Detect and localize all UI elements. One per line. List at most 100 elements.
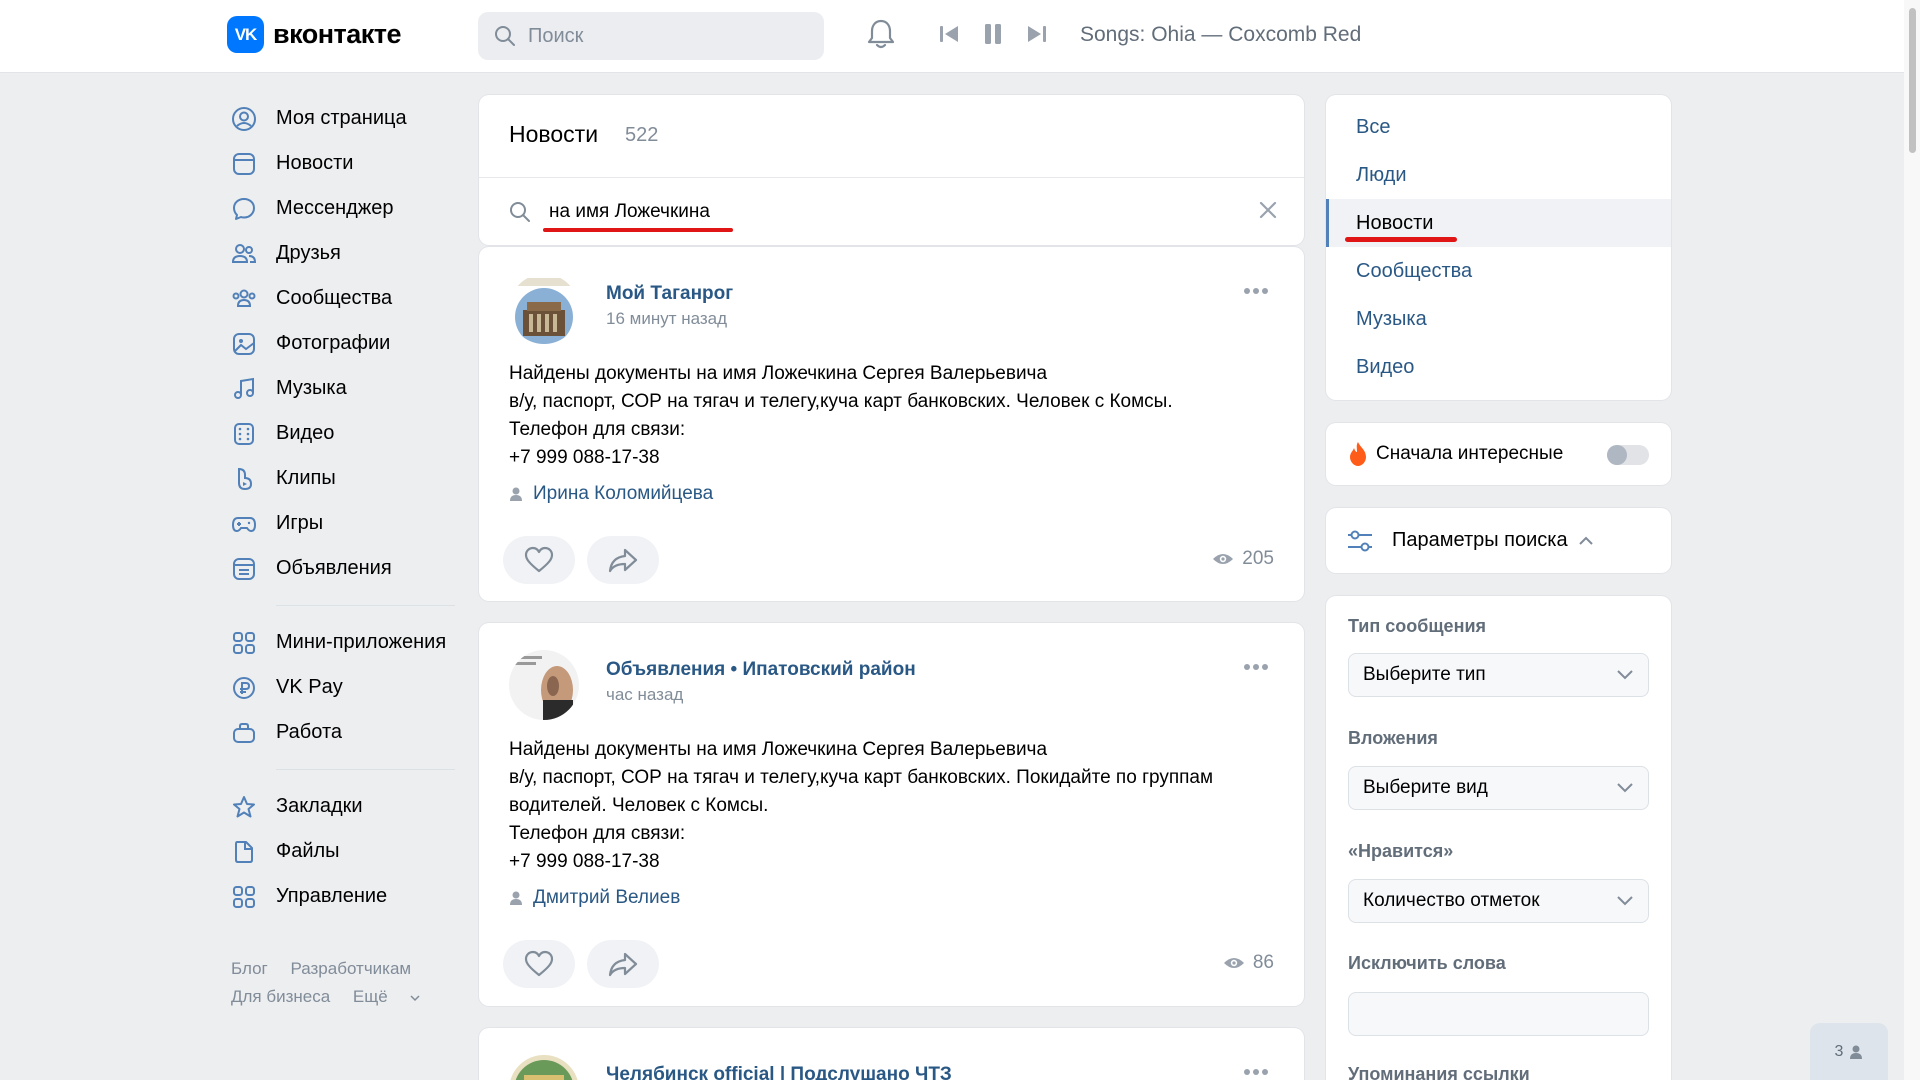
attachments-value: Выберите вид [1363,777,1488,798]
sidebar-item-label: Мессенджер [276,197,394,219]
user-circle-icon [230,105,258,133]
share-button[interactable] [587,940,659,988]
footer-link-developers[interactable]: Разработчикам [290,959,411,978]
sidebar-item-label: VK Pay [276,676,343,698]
sidebar-item-news[interactable]: Новости [230,141,455,186]
share-icon [608,952,638,977]
likes-select[interactable]: Количество отметок [1348,879,1649,923]
vk-logo[interactable]: VK вконтакте [227,16,402,53]
top-header: VK вконтакте Songs: Ohia — Coxcomb Red [0,0,1920,73]
sliders-icon [1348,530,1372,552]
previous-track-icon[interactable] [938,23,960,45]
header-search[interactable] [478,12,824,60]
person-icon [1850,1045,1863,1059]
sidebar-footer-links: Блог Разработчикам Для бизнеса Ещё [231,955,438,1011]
post-signer-name: Дмитрий Велиев [533,887,681,908]
sidebar-item-mini-apps[interactable]: Мини-приложения [230,620,455,665]
sidebar-item-messenger[interactable]: Мессенджер [230,186,455,231]
sidebar-divider [276,605,455,606]
post-time[interactable]: час назад [606,685,683,705]
filter-music[interactable]: Музыка [1326,295,1671,343]
news-post: Мой Таганрог 16 минут назад Найдены доку… [479,247,1304,601]
more-options-icon[interactable] [1243,1068,1269,1076]
filter-news[interactable]: Новости [1326,199,1671,247]
sidebar-item-label: Закладки [276,795,363,817]
sidebar-item-label: Музыка [276,377,347,399]
filter-video[interactable]: Видео [1326,343,1671,391]
post-author[interactable]: Челябинск official | Подслушано ЧТЗ [606,1064,952,1080]
sidebar-item-bookmarks[interactable]: Закладки [230,784,455,829]
like-button[interactable] [503,536,575,584]
sidebar-item-friends[interactable]: Друзья [230,231,455,276]
avatar[interactable] [509,274,579,344]
share-button[interactable] [587,536,659,584]
pause-icon[interactable] [982,22,1004,46]
sidebar-item-music[interactable]: Музыка [230,366,455,411]
sidebar-item-label: Моя страница [276,107,407,129]
post-text: Найдены документы на имя Ложечкина Серге… [509,360,1279,472]
post-signer[interactable]: Дмитрий Велиев [509,887,680,909]
search-params-toggle[interactable]: Параметры поиска [1326,508,1671,573]
online-friends-badge[interactable]: 3 [1810,1023,1888,1080]
clips-icon [230,465,258,493]
footer-link-blog[interactable]: Блог [231,959,268,978]
sidebar-item-label: Видео [276,422,335,444]
exclude-words-input[interactable] [1348,992,1649,1036]
news-search-input[interactable]: на имя Ложечкина [543,201,733,232]
search-section-filters: Все Люди Новости Сообщества Музыка Видео [1326,95,1671,400]
like-button[interactable] [503,940,575,988]
next-track-icon[interactable] [1026,23,1048,45]
attachments-select[interactable]: Выберите вид [1348,766,1649,810]
post-time[interactable]: 16 минут назад [606,309,727,329]
more-options-icon[interactable] [1243,287,1269,295]
interesting-first-label: Сначала интересные [1376,443,1564,464]
notifications-button[interactable] [866,18,896,55]
sidebar-item-vk-pay[interactable]: VK Pay [230,665,455,710]
sidebar-item-work[interactable]: Работа [230,710,455,755]
sidebar-item-clips[interactable]: Клипы [230,456,455,501]
news-search-bar[interactable]: на имя Ложечкина [479,177,1304,245]
search-params-form: Тип сообщения Выберите тип Вложения Выбе… [1326,596,1671,1080]
interesting-first-toggle[interactable] [1607,445,1649,465]
search-input[interactable] [528,24,808,48]
post-text-line: водителей. Человек с Комсы. [509,795,769,816]
red-underline-annotation [1345,237,1457,242]
sidebar-item-manage[interactable]: Управление [230,874,455,919]
footer-link-more[interactable]: Ещё [353,987,421,1006]
post-text-line: в/у, паспорт, СОР на тягач и телегу,куча… [509,767,1214,788]
sidebar-item-my-page[interactable]: Моя страница [230,96,455,141]
interesting-first-toggle-row[interactable]: Сначала интересные [1326,423,1671,485]
sidebar-item-classifieds[interactable]: Объявления [230,546,455,591]
filter-all[interactable]: Все [1326,103,1671,151]
post-author[interactable]: Объявления • Ипатовский район [606,659,916,681]
avatar[interactable] [509,650,579,720]
post-text-line: в/у, паспорт, СОР на тягач и телегу,куча… [509,391,1173,412]
exclude-words-label: Исключить слова [1348,953,1506,973]
avatar[interactable] [509,1055,579,1080]
now-playing-track[interactable]: Songs: Ohia — Coxcomb Red [1080,23,1361,47]
post-signer-name: Ирина Коломийцева [533,483,714,504]
more-options-icon[interactable] [1243,663,1269,671]
likes-label: «Нравится» [1348,841,1454,861]
footer-link-business[interactable]: Для бизнеса [231,987,330,1006]
post-signer[interactable]: Ирина Коломийцева [509,483,713,505]
news-post: Объявления • Ипатовский район час назад … [479,623,1304,1006]
sidebar-item-communities[interactable]: Сообщества [230,276,455,321]
sidebar-item-photos[interactable]: Фотографии [230,321,455,366]
sidebar-item-label: Сообщества [276,287,393,309]
filter-people[interactable]: Люди [1326,151,1671,199]
views-count: 205 [1242,548,1274,569]
scrollbar-thumb[interactable] [1909,8,1916,153]
post-author[interactable]: Мой Таганрог [606,283,733,305]
chevron-down-icon [410,995,420,1002]
chevron-down-icon [1617,670,1633,680]
sidebar-item-games[interactable]: Игры [230,501,455,546]
message-type-select[interactable]: Выберите тип [1348,653,1649,697]
close-icon[interactable] [1258,200,1278,220]
sidebar-item-video[interactable]: Видео [230,411,455,456]
sidebar-item-files[interactable]: Файлы [230,829,455,874]
sidebar-item-label: Файлы [276,840,340,862]
person-icon [510,891,522,905]
page-scrollbar[interactable] [1904,0,1920,1080]
filter-communities[interactable]: Сообщества [1326,247,1671,295]
